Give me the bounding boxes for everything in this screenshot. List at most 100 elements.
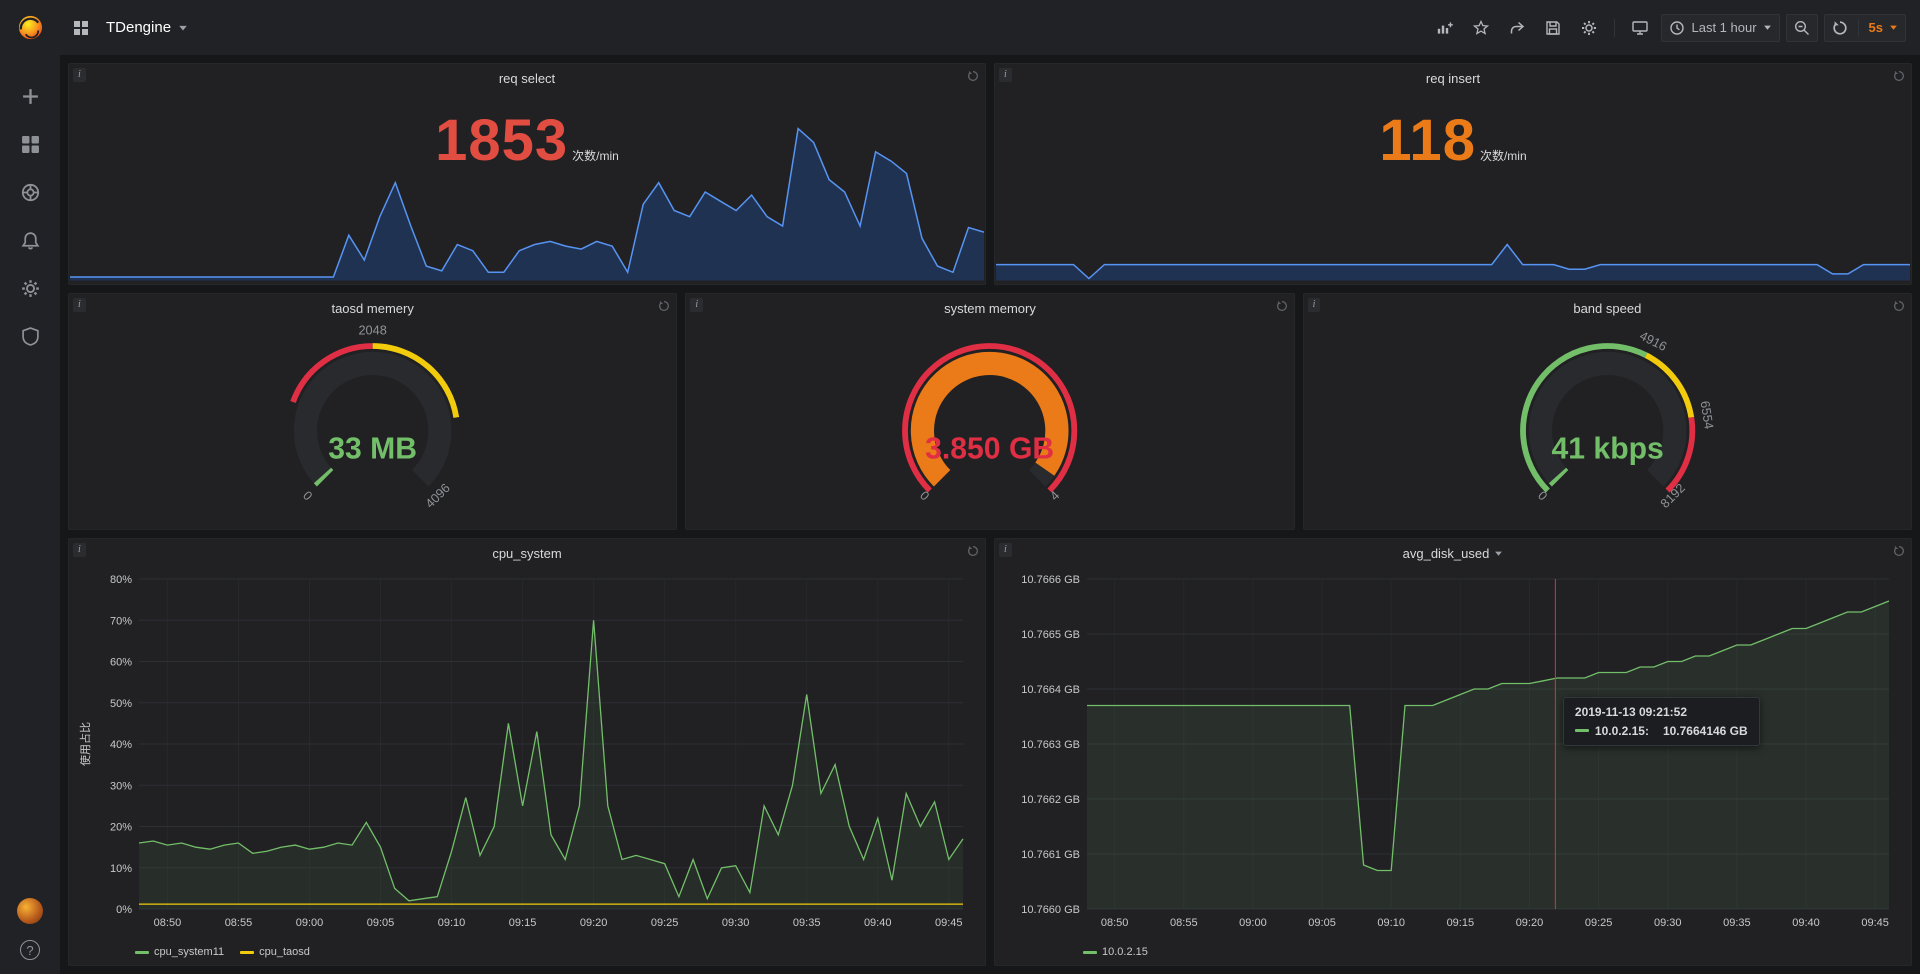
legend-item[interactable]: cpu_taosd — [240, 946, 310, 958]
navbar-right: Last 1 hour 5s — [1430, 14, 1906, 42]
sidebar-bottom: ? — [17, 898, 43, 974]
svg-text:使用占比: 使用占比 — [78, 722, 92, 766]
panel-req-insert: i req insert 118次数/min — [994, 63, 1912, 285]
add-panel-icon — [1437, 20, 1453, 36]
legend-item[interactable]: 10.0.2.15 — [1083, 946, 1148, 958]
sidebar-item-server-admin[interactable] — [17, 323, 43, 349]
plus-icon — [21, 87, 40, 106]
sidebar-item-explore[interactable] — [17, 179, 43, 205]
gauge-chart[interactable]: 02048409633 MB — [69, 324, 676, 523]
refresh-interval-label: 5s — [1869, 20, 1883, 35]
help-button[interactable]: ? — [20, 940, 40, 960]
sparkline-chart[interactable] — [70, 120, 984, 281]
svg-text:50%: 50% — [110, 698, 132, 710]
explore-icon — [21, 183, 40, 202]
grafana-logo[interactable] — [0, 0, 60, 55]
panel-title[interactable]: avg_disk_used — [995, 546, 1911, 561]
tooltip-series-row: 10.0.2.15: 10.7664146 GB — [1575, 724, 1748, 738]
svg-text:08:50: 08:50 — [154, 917, 182, 929]
tooltip-series-name: 10.0.2.15: — [1595, 724, 1649, 738]
panel-info-icon[interactable]: i — [690, 298, 703, 312]
svg-text:09:40: 09:40 — [864, 917, 892, 929]
panel-title[interactable]: taosd memery — [69, 301, 676, 316]
svg-text:10.7661 GB: 10.7661 GB — [1021, 849, 1080, 861]
sparkline-chart[interactable] — [996, 120, 1910, 281]
timeseries-chart[interactable]: 08:5008:5509:0009:0509:1009:1509:2009:25… — [1003, 571, 1899, 933]
panel-loading-icon — [1276, 299, 1288, 317]
gauge-chart[interactable]: 049166554819241 kbps — [1304, 324, 1911, 523]
panel-loading-icon — [1893, 299, 1905, 317]
svg-text:4: 4 — [1047, 487, 1063, 503]
panel-title-text: req insert — [1426, 71, 1480, 86]
legend-item[interactable]: cpu_system11 — [135, 946, 224, 958]
panel-title[interactable]: cpu_system — [69, 546, 985, 561]
apps-grid-icon — [73, 20, 89, 36]
svg-text:10.7660 GB: 10.7660 GB — [1021, 904, 1080, 916]
save-button[interactable] — [1538, 14, 1568, 42]
sidebar-item-configuration[interactable] — [17, 275, 43, 301]
time-range-picker[interactable]: Last 1 hour — [1661, 14, 1779, 42]
panel-info-icon[interactable]: i — [999, 68, 1012, 82]
refresh-interval-button[interactable]: 5s — [1824, 14, 1906, 42]
panel-title-text: cpu_system — [492, 546, 561, 561]
svg-text:80%: 80% — [110, 574, 132, 586]
panel-title[interactable]: band speed — [1304, 301, 1911, 316]
panel-info-icon[interactable]: i — [73, 543, 86, 557]
user-avatar[interactable] — [17, 898, 43, 924]
sidebar-item-create[interactable] — [17, 83, 43, 109]
panel-band-speed: i band speed 049166554819241 kbps — [1303, 293, 1912, 530]
gear-icon — [1581, 20, 1597, 36]
panel-info-icon[interactable]: i — [73, 298, 86, 312]
svg-text:09:15: 09:15 — [509, 917, 537, 929]
svg-text:09:20: 09:20 — [1516, 917, 1544, 929]
panel-title[interactable]: req select — [69, 71, 985, 86]
navbar-divider — [1614, 19, 1615, 37]
svg-text:20%: 20% — [110, 821, 132, 833]
panel-loading-icon — [967, 69, 979, 87]
timeseries-chart[interactable]: 08:5008:5509:0009:0509:1009:1509:2009:25… — [77, 571, 973, 933]
panel-info-icon[interactable]: i — [73, 68, 86, 82]
svg-text:8192: 8192 — [1657, 480, 1688, 511]
caret-down-icon — [1763, 23, 1772, 32]
share-button[interactable] — [1502, 14, 1532, 42]
panel-cpu-system: i cpu_system 08:5008:5509:0009:0509:1009… — [68, 538, 986, 966]
svg-text:08:55: 08:55 — [225, 917, 253, 929]
svg-text:09:25: 09:25 — [1585, 917, 1613, 929]
dashboard-row-1: i req select 1853次数/min i req insert 118… — [68, 63, 1912, 285]
add-panel-button[interactable] — [1430, 14, 1460, 42]
panel-avg-disk-used: i avg_disk_used 08:5008:5509:0009:0509:1… — [994, 538, 1912, 966]
svg-text:10.7666 GB: 10.7666 GB — [1021, 574, 1080, 586]
svg-text:10%: 10% — [110, 863, 132, 875]
share-icon — [1509, 20, 1525, 36]
panel-info-icon[interactable]: i — [999, 543, 1012, 557]
panel-title[interactable]: req insert — [995, 71, 1911, 86]
zoom-out-button[interactable] — [1786, 14, 1818, 42]
cycle-view-button[interactable] — [1625, 14, 1655, 42]
svg-text:33 MB: 33 MB — [328, 432, 417, 465]
tooltip-timestamp: 2019-11-13 09:21:52 — [1575, 705, 1748, 719]
panel-title[interactable]: system memory — [686, 301, 1293, 316]
caret-down-icon — [1494, 549, 1503, 558]
panel-title-text: system memory — [944, 301, 1036, 316]
clock-icon — [1669, 20, 1685, 36]
svg-text:0: 0 — [917, 487, 933, 503]
chart-legend: 10.0.2.15 — [1083, 946, 1148, 958]
star-button[interactable] — [1466, 14, 1496, 42]
svg-text:70%: 70% — [110, 615, 132, 627]
svg-text:4916: 4916 — [1637, 327, 1669, 353]
sidebar: ? — [0, 0, 60, 974]
dashboard-grid: i req select 1853次数/min i req insert 118… — [60, 55, 1920, 974]
panel-title-text: taosd memery — [331, 301, 413, 316]
dashboard-title-button[interactable]: TDengine — [100, 19, 194, 36]
bell-icon — [21, 231, 40, 250]
sidebar-item-alerting[interactable] — [17, 227, 43, 253]
gauge-chart[interactable]: 043.850 GB — [686, 324, 1293, 523]
apps-grid-button[interactable] — [66, 14, 96, 42]
svg-text:09:10: 09:10 — [1377, 917, 1405, 929]
star-icon — [1473, 20, 1489, 36]
tooltip-series-swatch — [1575, 729, 1589, 732]
settings-button[interactable] — [1574, 14, 1604, 42]
zoom-out-icon — [1794, 20, 1810, 36]
panel-info-icon[interactable]: i — [1308, 298, 1321, 312]
sidebar-item-dashboards[interactable] — [17, 131, 43, 157]
